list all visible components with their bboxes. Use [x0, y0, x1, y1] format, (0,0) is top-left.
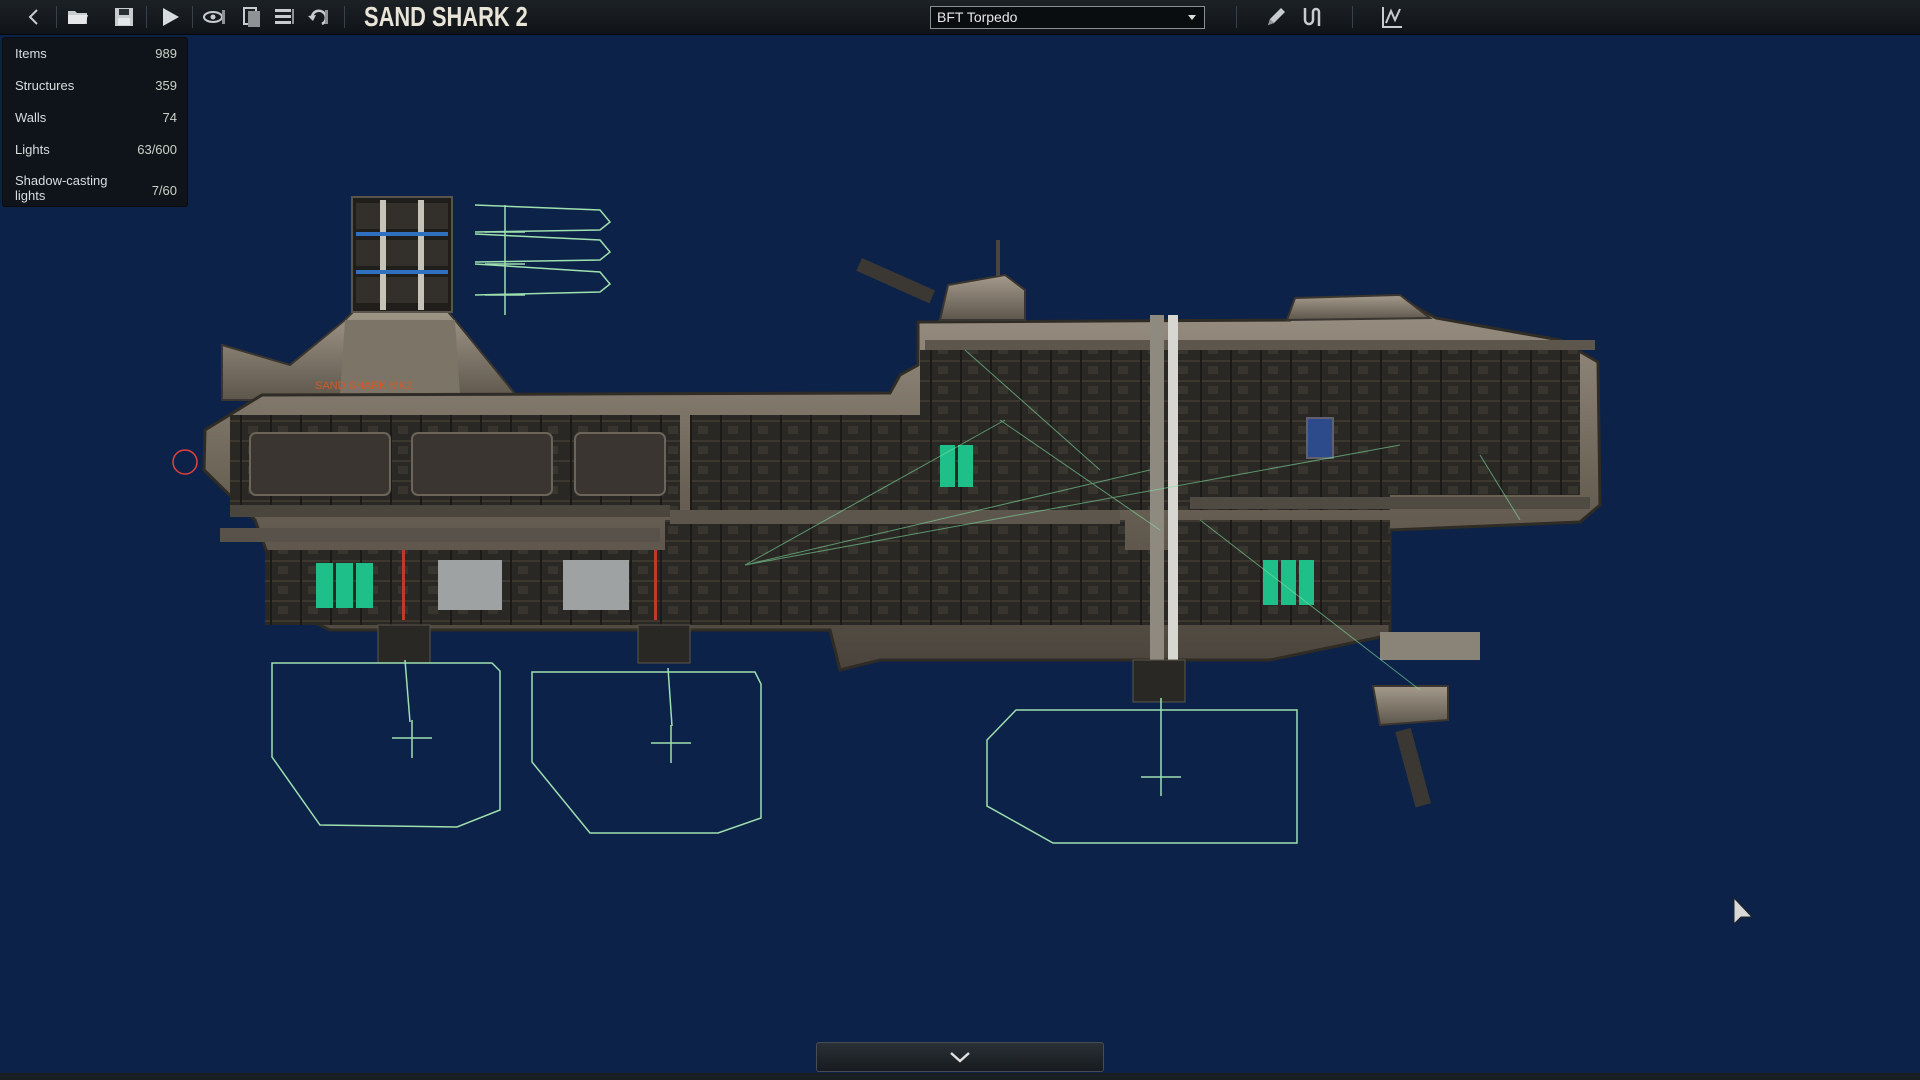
toolbar-separator [1236, 6, 1237, 28]
chevron-down-icon [950, 1052, 970, 1063]
undo-button[interactable] [304, 3, 332, 31]
visibility-icon [203, 10, 225, 24]
play-icon [163, 8, 179, 26]
toolbar-separator [1352, 6, 1353, 28]
stat-items-value: 989 [155, 46, 177, 61]
stat-lights-value: 63/600 [137, 142, 177, 157]
save-icon [115, 8, 133, 26]
pencil-button[interactable] [1262, 3, 1290, 31]
visibility-button[interactable] [200, 3, 228, 31]
play-button[interactable] [156, 3, 184, 31]
stat-structures-label: Structures [15, 78, 75, 93]
stat-shadow-value: 7/60 [151, 183, 177, 198]
selection-marker[interactable] [172, 449, 198, 475]
stat-shadow-label: Shadow-casting lights [15, 173, 108, 203]
top-toolbar: SAND SHARK 2 BFT Torpedo [0, 0, 1920, 35]
list-icon [275, 9, 294, 24]
top-turret [856, 240, 1026, 321]
back-arrow-icon [28, 9, 38, 25]
toolbar-separator [344, 6, 345, 28]
item-selector-dropdown[interactable]: BFT Torpedo [930, 6, 1205, 29]
save-button[interactable] [110, 3, 138, 31]
layers-icon [243, 7, 260, 27]
expand-panel-button[interactable] [816, 1042, 1104, 1072]
stat-walls-label: Walls [15, 110, 47, 125]
open-button[interactable] [64, 3, 92, 31]
bow-dome [1285, 293, 1433, 322]
submarine-editor: SAND SHARK 2 BFT Torpedo SAND SHARK MK2 … [0, 0, 1920, 1080]
docking-port [351, 196, 453, 313]
wire-button[interactable] [1298, 3, 1326, 31]
toolbar-separator [56, 6, 57, 28]
submarine-title: SAND SHARK 2 [364, 1, 528, 32]
stat-lights-label: Lights [15, 142, 50, 157]
pencil-icon [1268, 8, 1285, 25]
stats-panel: Items 989 Structures 359 Walls 74 Lights… [2, 37, 188, 207]
open-folder-icon [68, 11, 88, 24]
toolbar-separator [146, 6, 147, 28]
back-button[interactable] [20, 3, 48, 31]
bottom-panel-edge [0, 1073, 1920, 1080]
list-button[interactable] [270, 3, 298, 31]
toolbar-separator [192, 6, 193, 28]
layers-button[interactable] [238, 3, 266, 31]
chevron-down-icon [1188, 15, 1196, 20]
item-selector-value: BFT Torpedo [937, 9, 1018, 25]
graph-icon [1382, 7, 1402, 28]
wire-icon [1303, 7, 1321, 26]
stat-walls-value: 74 [162, 110, 177, 125]
hull-name-text: SAND SHARK MK2 [315, 380, 412, 392]
mouse-cursor-icon [1733, 896, 1754, 926]
undo-icon [308, 9, 328, 26]
bottom-turret [1371, 632, 1480, 808]
stat-structures-value: 359 [155, 78, 177, 93]
stat-items-label: Items [15, 46, 47, 61]
editor-canvas[interactable]: SAND SHARK MK2 [0, 34, 1920, 1074]
graph-button[interactable] [1378, 3, 1406, 31]
